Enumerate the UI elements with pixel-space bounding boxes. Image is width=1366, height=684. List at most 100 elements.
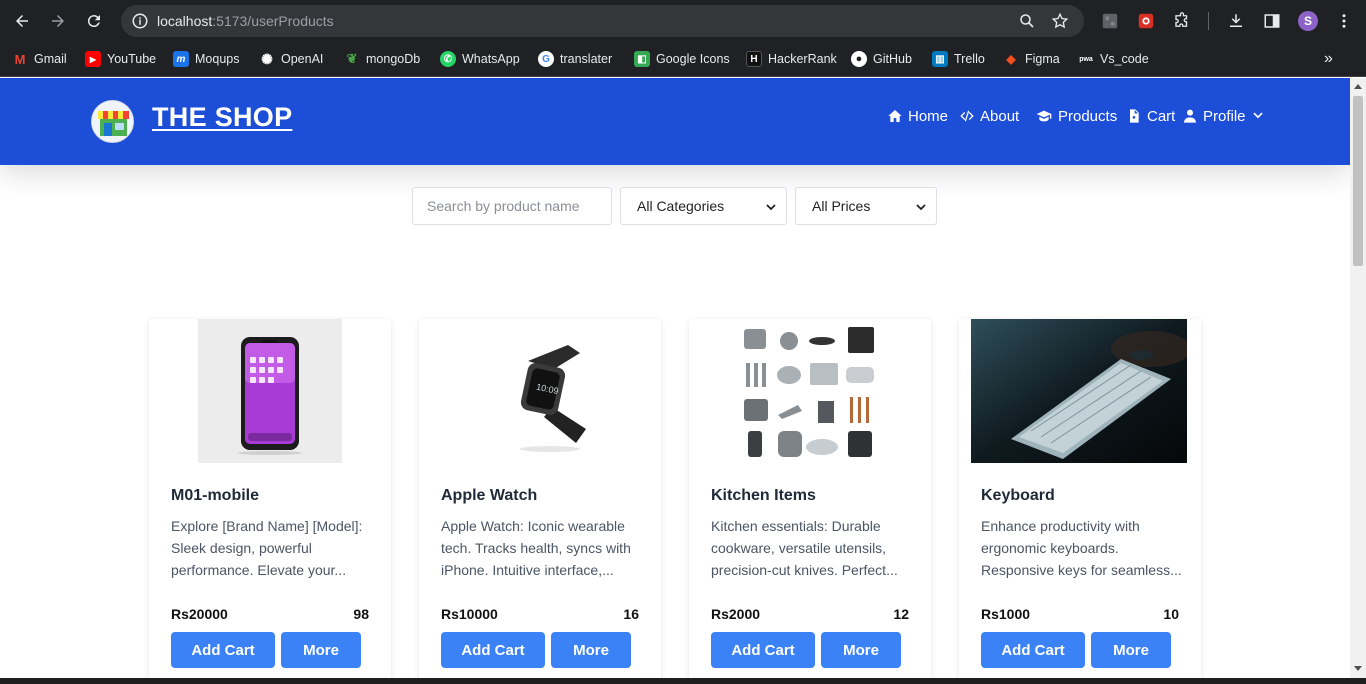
nav-profile[interactable]: Profile bbox=[1182, 106, 1265, 126]
bookmark-label: Vs_code bbox=[1100, 52, 1149, 66]
bookmark-translater[interactable]: Gtranslater bbox=[538, 50, 612, 68]
nav-cart[interactable]: Cart bbox=[1126, 106, 1175, 126]
user-icon bbox=[1184, 109, 1196, 123]
trello-icon: ▥ bbox=[932, 51, 948, 67]
bookmark-hackerrank[interactable]: H HackerRank bbox=[746, 50, 837, 68]
code-icon bbox=[960, 110, 974, 122]
bookmark-openai[interactable]: ✺ OpenAI bbox=[259, 50, 323, 68]
bookmark-label: Gmail bbox=[34, 52, 67, 66]
product-title: Keyboard bbox=[981, 487, 1055, 504]
product-card: M01-mobile Explore [Brand Name] [Model]:… bbox=[149, 319, 391, 684]
product-card: Keyboard Enhance productivity with ergon… bbox=[959, 319, 1201, 684]
nav-home[interactable]: Home bbox=[887, 106, 948, 126]
vertical-scrollbar[interactable] bbox=[1350, 78, 1366, 678]
product-title: M01-mobile bbox=[171, 487, 260, 504]
product-quantity: 16 bbox=[623, 606, 639, 622]
more-button[interactable]: More bbox=[281, 632, 361, 668]
product-image-watch: 10:09 bbox=[468, 319, 612, 463]
url-text: localhost:5173/userProducts bbox=[157, 13, 334, 29]
browser-toolbar: localhost:5173/userProducts S bbox=[0, 0, 1366, 42]
nav-label: About bbox=[980, 107, 1020, 125]
bookmark-label: Google Icons bbox=[656, 52, 730, 66]
hackerrank-icon: H bbox=[746, 51, 762, 67]
bookmark-whatsapp[interactable]: ✆ WhatsApp bbox=[440, 50, 520, 68]
bookmark-google-icons[interactable]: ◧ Google Icons bbox=[634, 50, 730, 68]
brand-title[interactable]: THE SHOP bbox=[152, 102, 292, 133]
add-cart-button[interactable]: Add Cart bbox=[711, 632, 815, 668]
bookmark-youtube[interactable]: ▶ YouTube bbox=[85, 50, 156, 68]
product-description: Enhance productivity with ergonomic keyb… bbox=[981, 518, 1182, 578]
side-panel-icon[interactable] bbox=[1262, 11, 1282, 31]
scrollbar-thumb[interactable] bbox=[1353, 96, 1363, 266]
extensions-puzzle-icon[interactable] bbox=[1172, 11, 1192, 31]
product-card: 10:09 Apple Watch Apple Watch: Iconic we… bbox=[419, 319, 661, 684]
gmail-icon: M bbox=[14, 51, 26, 67]
bookmark-gmail[interactable]: M Gmail bbox=[12, 50, 67, 68]
nav-label: Home bbox=[908, 107, 949, 125]
bookmark-moqups[interactable]: m Moqups bbox=[173, 50, 239, 68]
add-cart-button[interactable]: Add Cart bbox=[441, 632, 545, 668]
scroll-down-arrow-icon[interactable] bbox=[1354, 666, 1362, 671]
product-card: Kitchen Items Kitchen essentials: Durabl… bbox=[689, 319, 931, 684]
bookmarks-overflow-icon[interactable]: » bbox=[1324, 50, 1333, 68]
bookmark-vs-code[interactable]: pwa Vs_code bbox=[1078, 50, 1149, 68]
profile-avatar[interactable]: S bbox=[1298, 11, 1318, 31]
product-price: Rs10000 bbox=[441, 606, 498, 622]
graduation-cap-icon bbox=[1036, 110, 1052, 122]
site-info-icon[interactable] bbox=[131, 12, 149, 30]
figma-icon: ◆ bbox=[1006, 52, 1016, 66]
bookmark-mongodb[interactable]: ❦ mongoDb bbox=[344, 50, 421, 68]
bookmark-trello[interactable]: ▥ Trello bbox=[932, 50, 985, 68]
more-button[interactable]: More bbox=[821, 632, 901, 668]
shop-logo-icon[interactable] bbox=[91, 100, 134, 143]
product-image-keyboard bbox=[971, 319, 1187, 463]
home-icon bbox=[888, 110, 902, 122]
file-icon bbox=[1130, 109, 1139, 123]
add-cart-button[interactable]: Add Cart bbox=[981, 632, 1085, 668]
bookmarks-bar: M Gmail ▶ YouTube m Moqups ✺ OpenAI ❦ mongoDb… bbox=[0, 42, 1366, 77]
address-bar[interactable]: localhost:5173/userProducts bbox=[121, 5, 1084, 37]
extension-red-icon[interactable] bbox=[1136, 11, 1156, 31]
product-title: Kitchen Items bbox=[711, 487, 816, 504]
bookmark-label: Moqups bbox=[195, 52, 240, 66]
extension-grey-icon[interactable] bbox=[1100, 11, 1120, 31]
product-description: Explore [Brand Name] [Model]: Sleek desi… bbox=[171, 518, 363, 578]
mongodb-icon: ❦ bbox=[346, 51, 358, 66]
scroll-up-arrow-icon[interactable] bbox=[1354, 84, 1362, 89]
price-select[interactable]: All Prices bbox=[795, 187, 937, 225]
bookmark-label: GitHub bbox=[873, 52, 912, 66]
download-icon[interactable] bbox=[1226, 11, 1246, 31]
youtube-icon: ▶ bbox=[85, 51, 101, 67]
more-button[interactable]: More bbox=[1091, 632, 1171, 668]
nav-label: Products bbox=[1058, 107, 1118, 125]
price-select-value: All Prices bbox=[812, 198, 871, 214]
pwa-icon: pwa bbox=[1079, 55, 1093, 63]
openai-icon: ✺ bbox=[261, 50, 273, 67]
github-icon: ● bbox=[851, 51, 867, 67]
zoom-icon[interactable] bbox=[1018, 12, 1036, 30]
taskbar-edge bbox=[0, 678, 1366, 684]
category-select-value: All Categories bbox=[637, 198, 725, 214]
toolbar-separator bbox=[1208, 12, 1209, 30]
more-button[interactable]: More bbox=[551, 632, 631, 668]
chevron-down-icon bbox=[916, 204, 926, 211]
bookmark-label: YouTube bbox=[107, 52, 157, 66]
product-description: Apple Watch: Iconic wearable tech. Track… bbox=[441, 518, 631, 578]
reload-icon[interactable] bbox=[82, 9, 106, 33]
bookmark-figma[interactable]: ◆ Figma bbox=[1003, 50, 1059, 68]
google-icon: G bbox=[538, 51, 554, 67]
forward-arrow-icon[interactable] bbox=[46, 9, 70, 33]
product-quantity: 10 bbox=[1163, 606, 1179, 622]
bookmark-star-icon[interactable] bbox=[1051, 12, 1069, 30]
nav-about[interactable]: About bbox=[959, 106, 1019, 126]
nav-products[interactable]: Products bbox=[1035, 106, 1117, 126]
bookmark-github[interactable]: ● GitHub bbox=[851, 50, 912, 68]
back-arrow-icon[interactable] bbox=[10, 9, 34, 33]
nav-label: Cart bbox=[1147, 107, 1176, 125]
product-image-kitchen bbox=[738, 319, 882, 463]
kebab-menu-icon[interactable] bbox=[1334, 11, 1354, 31]
search-input[interactable] bbox=[412, 187, 612, 225]
product-image-phone bbox=[198, 319, 342, 463]
add-cart-button[interactable]: Add Cart bbox=[171, 632, 275, 668]
category-select[interactable]: All Categories bbox=[620, 187, 787, 225]
